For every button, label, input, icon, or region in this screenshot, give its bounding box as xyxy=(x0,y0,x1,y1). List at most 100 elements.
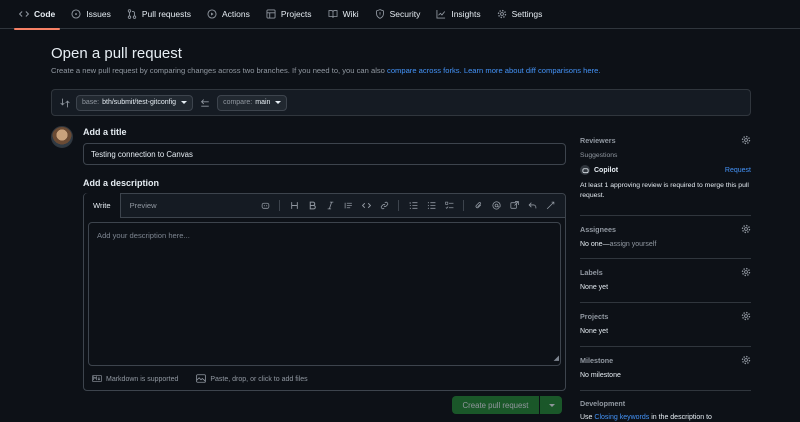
nav-tab-label: Actions xyxy=(221,9,250,19)
markdown-note-text: Markdown is supported xyxy=(106,376,179,383)
resize-handle-icon[interactable]: ◢ xyxy=(554,354,559,362)
nav-tab-wiki[interactable]: Wiki xyxy=(321,0,366,29)
assign-yourself-link[interactable]: assign yourself xyxy=(610,241,657,248)
chevron-down-icon xyxy=(181,101,188,104)
assignees-none: No one— xyxy=(580,241,610,248)
italic-icon[interactable] xyxy=(321,197,339,213)
milestone-title: Milestone xyxy=(580,355,614,365)
nav-tab-insights[interactable]: Insights xyxy=(429,0,487,29)
tab-preview[interactable]: Preview xyxy=(121,193,166,217)
development-header: Development xyxy=(580,391,751,408)
ordered-list-icon[interactable] xyxy=(404,197,422,213)
reviewers-section: Reviewers Suggestions Copilot Request At… xyxy=(580,130,751,216)
nav-tab-label: Issues xyxy=(86,9,111,19)
description-label: Add a description xyxy=(83,178,160,188)
compare-branch-select[interactable]: compare: main xyxy=(217,94,288,111)
nav-tab-label: Settings xyxy=(511,9,543,19)
reviewer-suggestion-copilot: Copilot Request xyxy=(580,165,751,175)
nav-tab-actions[interactable]: Actions xyxy=(200,0,257,29)
reply-icon[interactable] xyxy=(523,197,541,213)
create-options-dropdown[interactable] xyxy=(540,396,562,414)
create-pull-request-button[interactable]: Create pull request xyxy=(452,396,562,414)
projects-title: Projects xyxy=(580,311,609,321)
tab-write[interactable]: Write xyxy=(84,193,121,218)
add-files-text: Paste, drop, or click to add files xyxy=(210,376,308,383)
cross-reference-icon[interactable] xyxy=(505,197,523,213)
assignees-value: No one—assign yourself xyxy=(580,241,751,248)
labels-header[interactable]: Labels xyxy=(580,259,751,277)
toolbar-divider xyxy=(279,199,280,211)
gear-icon[interactable] xyxy=(741,224,751,234)
page-title: Open a pull request xyxy=(51,45,182,62)
nav-tab-label: Projects xyxy=(280,9,312,19)
toolbar-divider xyxy=(463,199,464,211)
editor-header: Write Preview xyxy=(84,193,565,218)
markdown-icon xyxy=(92,374,102,385)
reviewers-header[interactable]: Reviewers xyxy=(580,130,751,145)
nav-tab-pull-requests[interactable]: Pull requests xyxy=(120,0,198,29)
copilot-icon[interactable] xyxy=(256,197,274,213)
gear-icon[interactable] xyxy=(741,267,751,277)
shield-icon xyxy=(375,9,385,19)
reviewers-title: Reviewers xyxy=(580,135,616,145)
labels-value: None yet xyxy=(580,284,609,291)
request-review-link[interactable]: Request xyxy=(725,167,751,174)
assignees-section: Assignees No one—assign yourself xyxy=(580,216,751,259)
base-branch-name: bth/submit/test-gitconfig xyxy=(102,99,177,106)
code-icon[interactable] xyxy=(357,197,375,213)
issue-icon xyxy=(71,9,81,19)
gear-icon[interactable] xyxy=(741,311,751,321)
title-input[interactable] xyxy=(83,143,566,165)
page-subtitle: Create a new pull request by comparing c… xyxy=(51,66,600,75)
compare-branch-name: main xyxy=(255,99,271,106)
link-icon[interactable] xyxy=(375,197,393,213)
milestone-value: No milestone xyxy=(580,372,621,379)
projects-value: None yet xyxy=(580,328,609,335)
markdown-note[interactable]: Markdown is supported xyxy=(92,374,178,385)
gear-icon[interactable] xyxy=(741,135,751,145)
task-list-icon[interactable] xyxy=(440,197,458,213)
assignees-header[interactable]: Assignees xyxy=(580,216,751,234)
learn-more-link[interactable]: Learn more about diff comparisons here. xyxy=(464,66,601,75)
quote-icon[interactable] xyxy=(339,197,357,213)
nav-tab-issues[interactable]: Issues xyxy=(64,0,118,29)
nav-tab-security[interactable]: Security xyxy=(368,0,428,29)
mention-icon[interactable] xyxy=(487,197,505,213)
description-editor: Write Preview ◢ Markdown is sup xyxy=(83,193,566,391)
closing-keywords-link[interactable]: Closing keywords xyxy=(594,414,649,421)
development-title: Development xyxy=(580,399,626,408)
review-requirement-note: At least 1 approving review is required … xyxy=(580,182,749,199)
nav-tab-label: Wiki xyxy=(342,9,359,19)
projects-section: Projects None yet xyxy=(580,303,751,347)
copilot-icon xyxy=(580,165,590,175)
paperclip-icon[interactable] xyxy=(469,197,487,213)
editor-footer: Markdown is supported Paste, drop, or cl… xyxy=(92,374,308,385)
heading-icon[interactable] xyxy=(285,197,303,213)
gear-icon xyxy=(497,9,507,19)
compare-forks-link[interactable]: compare across forks. xyxy=(387,66,462,75)
suggestions-label: Suggestions xyxy=(580,152,618,159)
toolbar-divider xyxy=(398,199,399,211)
description-textarea[interactable] xyxy=(88,222,561,366)
nav-tab-code[interactable]: Code xyxy=(12,0,62,30)
base-branch-select[interactable]: base: bth/submit/test-gitconfig xyxy=(76,94,194,111)
create-pull-request-label[interactable]: Create pull request xyxy=(452,396,540,414)
labels-title: Labels xyxy=(580,267,603,277)
bold-icon[interactable] xyxy=(303,197,321,213)
avatar xyxy=(51,126,73,148)
chevron-down-icon xyxy=(275,101,282,104)
projects-header[interactable]: Projects xyxy=(580,303,751,321)
milestone-section: Milestone No milestone xyxy=(580,347,751,391)
milestone-header[interactable]: Milestone xyxy=(580,347,751,365)
markdown-toolbar xyxy=(256,193,565,217)
nav-tab-settings[interactable]: Settings xyxy=(490,0,550,29)
add-files-button[interactable]: Paste, drop, or click to add files xyxy=(196,374,308,385)
unordered-list-icon[interactable] xyxy=(422,197,440,213)
compare-arrows-icon xyxy=(60,98,70,108)
fullscreen-icon[interactable] xyxy=(541,197,559,213)
gear-icon[interactable] xyxy=(741,355,751,365)
play-icon xyxy=(207,9,217,19)
nav-tab-projects[interactable]: Projects xyxy=(259,0,319,29)
code-icon xyxy=(19,9,29,19)
graph-icon xyxy=(436,9,446,19)
